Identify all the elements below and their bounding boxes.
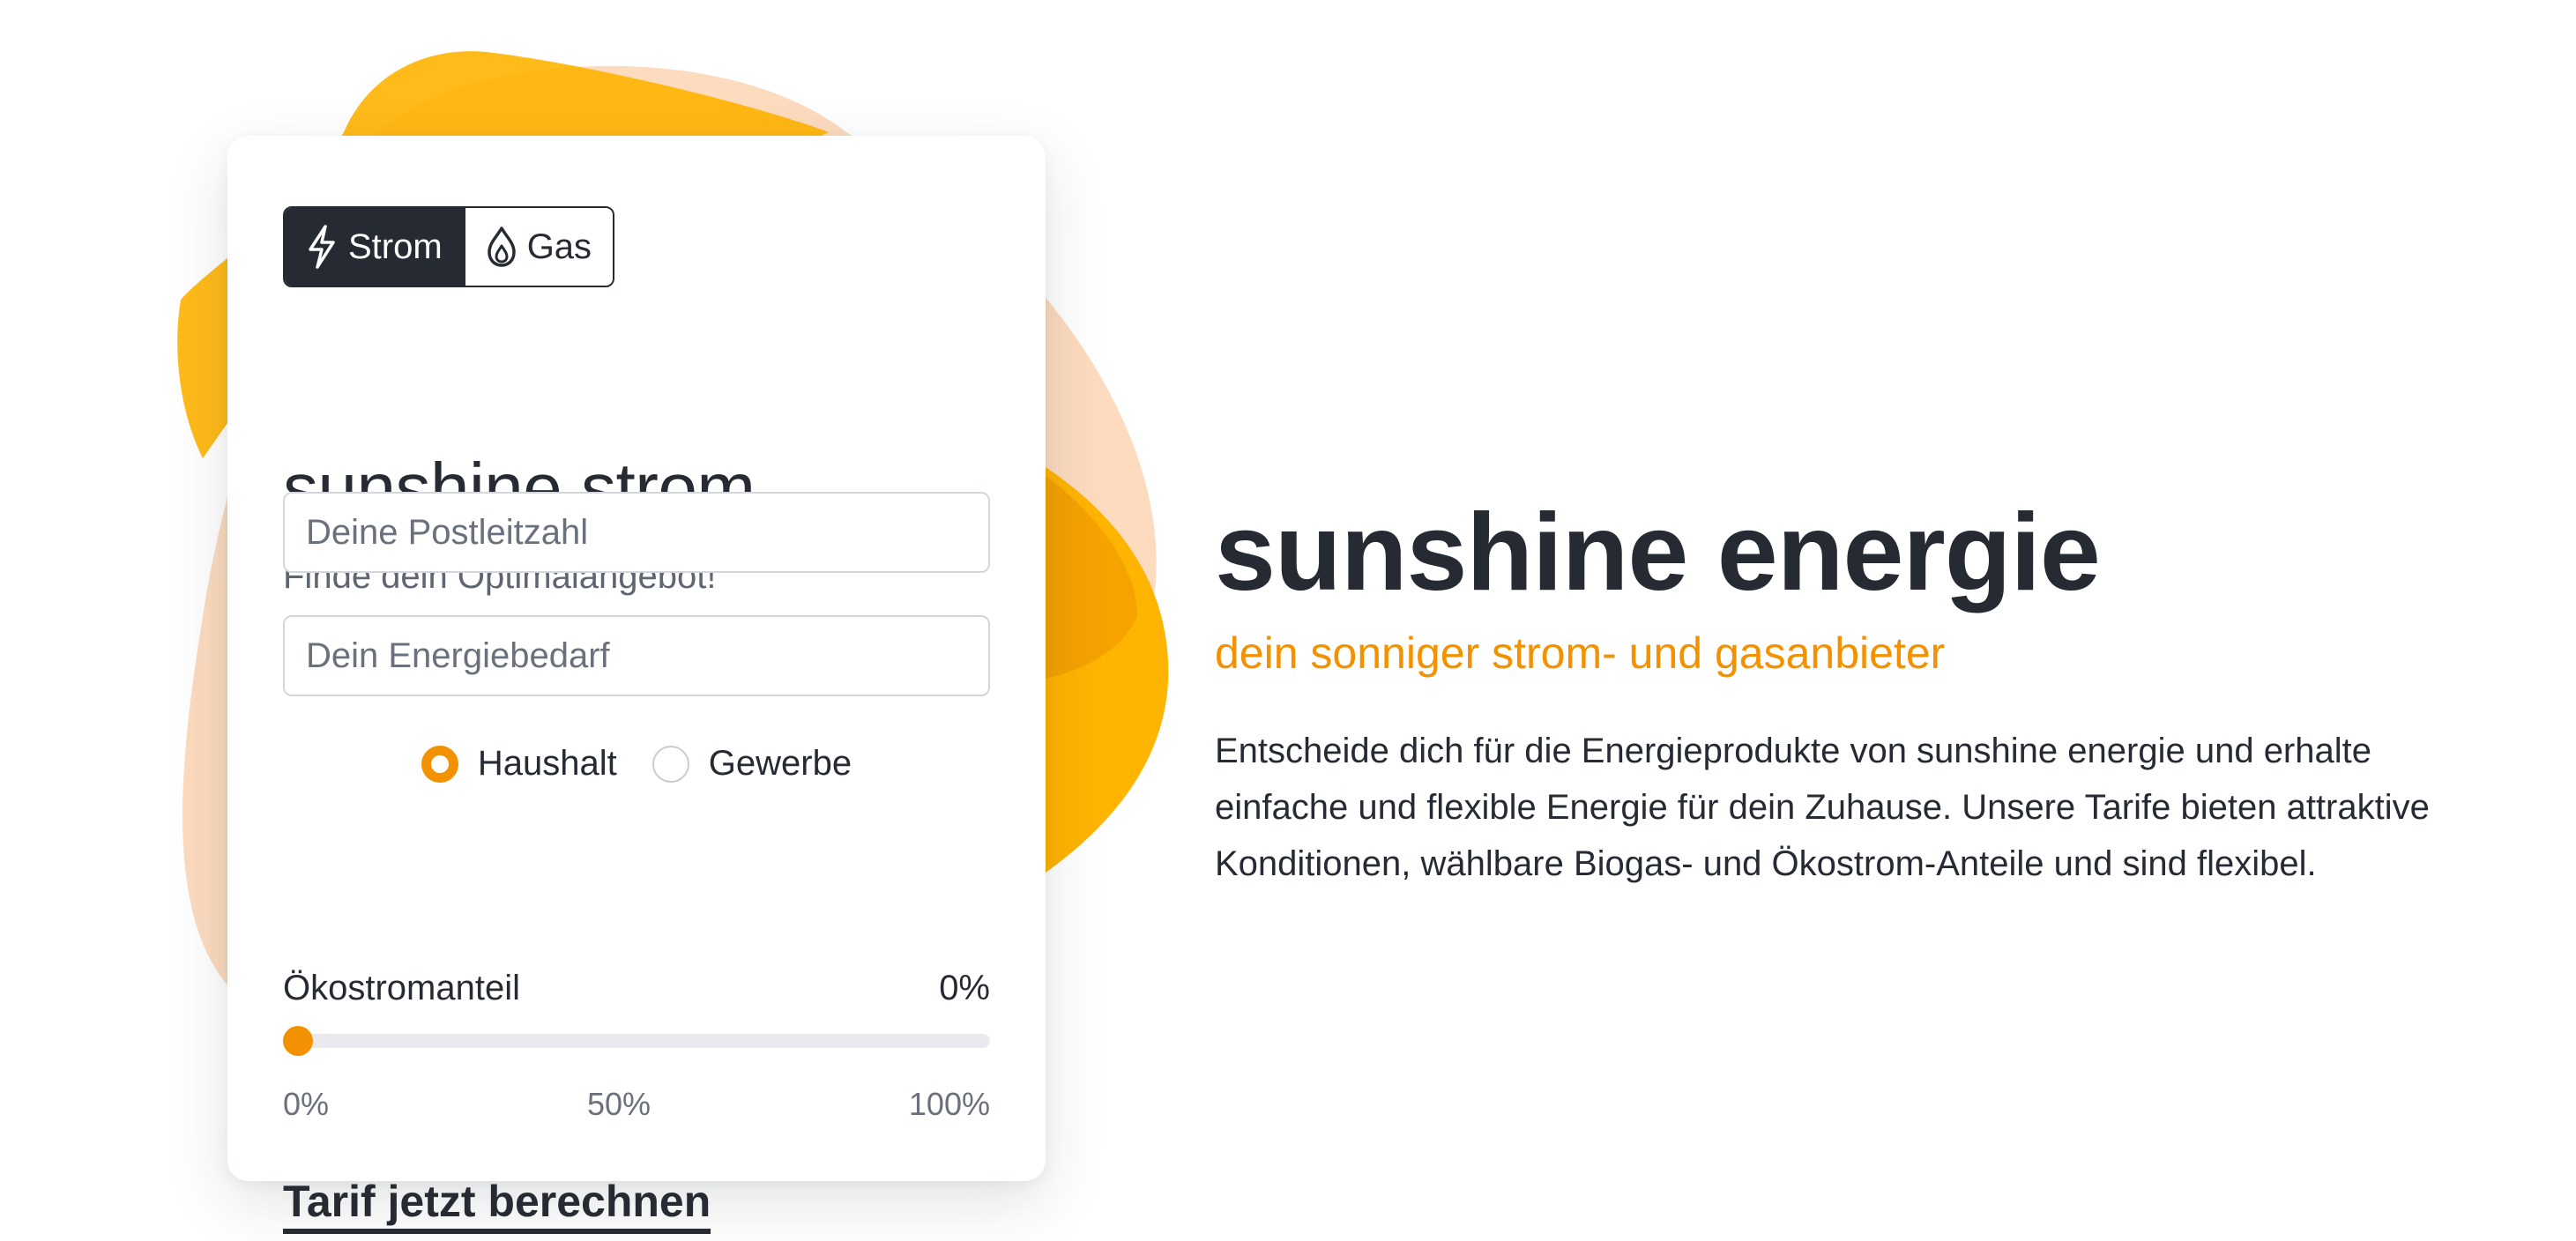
tab-gas[interactable]: Gas xyxy=(463,208,614,286)
eco-share-slider[interactable] xyxy=(283,1026,990,1056)
tick-label: 50% xyxy=(586,1086,651,1122)
flame-drop-icon xyxy=(487,227,516,267)
tick-label: 100% xyxy=(908,1086,990,1122)
energy-demand-input[interactable] xyxy=(283,615,990,696)
tariff-calculator-card: Strom Gas sunshine strom Finde dein Opti… xyxy=(227,136,1046,1234)
radio-haushalt[interactable]: Haushalt xyxy=(421,744,617,784)
energy-type-toggle: Strom Gas xyxy=(283,206,615,287)
tab-gas-label: Gas xyxy=(526,227,592,266)
hero-description: Entscheide dich für die Energieprodukte … xyxy=(1215,732,2430,883)
postal-code-input[interactable] xyxy=(283,492,990,573)
customer-type-radio-group: Haushalt Gewerbe xyxy=(227,744,1046,784)
page: Strom Gas sunshine strom Finde dein Opti… xyxy=(0,0,2576,1241)
radio-haushalt-circle[interactable] xyxy=(421,745,458,783)
calculate-tariff-button[interactable]: Tarif jetzt berechnen xyxy=(283,1179,711,1234)
tab-strom-label: Strom xyxy=(348,227,443,266)
radio-gewerbe[interactable]: Gewerbe xyxy=(651,744,852,784)
hero-subtitle: dein sonniger strom- und gasanbieter xyxy=(1215,628,1946,678)
eco-share-label: Ökostromanteil xyxy=(283,969,520,1007)
hero-title: sunshine energie xyxy=(1215,492,2101,613)
radio-haushalt-label: Haushalt xyxy=(477,744,617,783)
eco-share-ticks: 0% 50% 100% xyxy=(283,1086,990,1123)
eco-share-slider-thumb[interactable] xyxy=(283,1026,313,1056)
radio-gewerbe-circle[interactable] xyxy=(651,745,689,783)
tab-strom[interactable]: Strom xyxy=(285,208,464,286)
radio-gewerbe-label: Gewerbe xyxy=(708,744,852,783)
tick-label: 0% xyxy=(283,1086,330,1122)
eco-share-value: 0% xyxy=(939,969,990,1007)
lightning-icon xyxy=(309,225,335,269)
